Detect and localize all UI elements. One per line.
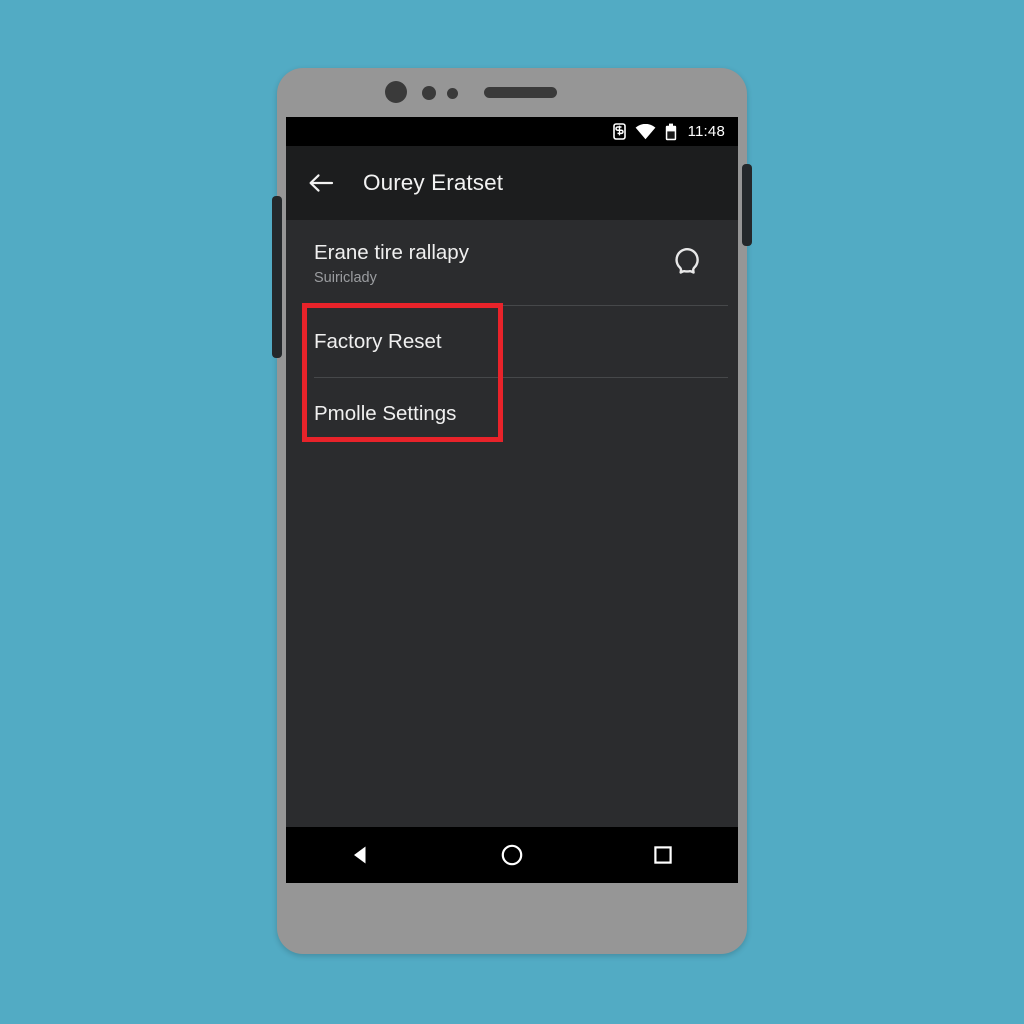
phone-top-bezel <box>277 68 747 118</box>
phone-device: 11:48 Ourey Eratset Erane tire rallapy S… <box>272 68 752 954</box>
list-item-profile-settings[interactable]: Pmolle Settings <box>286 378 738 450</box>
page-title: Ourey Eratset <box>363 170 504 195</box>
account-subtitle: Suiriclady <box>314 269 377 286</box>
profile-settings-texts: Pmolle Settings <box>314 401 456 427</box>
list-item-factory-reset[interactable]: Factory Reset <box>286 306 738 378</box>
factory-reset-title: Factory Reset <box>314 330 442 354</box>
status-bar: 11:48 <box>286 117 738 146</box>
volume-button[interactable] <box>272 196 282 358</box>
list-item-account[interactable]: Erane tire rallapy Suiriclady <box>286 220 738 306</box>
triangle-back-icon[interactable] <box>337 831 385 879</box>
chat-bubble-icon[interactable] <box>672 246 702 281</box>
account-texts: Erane tire rallapy Suiriclady <box>314 240 469 286</box>
wifi-icon <box>635 123 656 140</box>
account-title: Erane tire rallapy <box>314 241 469 265</box>
power-button[interactable] <box>742 164 752 246</box>
factory-reset-texts: Factory Reset <box>314 329 442 355</box>
navigation-bar <box>286 827 738 883</box>
battery-icon <box>665 123 677 141</box>
square-recents-icon[interactable] <box>639 831 687 879</box>
profile-settings-title: Pmolle Settings <box>314 402 457 426</box>
front-camera-icon <box>385 81 407 103</box>
circle-home-icon[interactable] <box>488 831 536 879</box>
earpiece-speaker-icon <box>484 87 557 98</box>
light-sensor-icon <box>447 88 458 99</box>
proximity-sensor-icon <box>422 86 436 100</box>
status-bar-clock: 11:48 <box>687 123 725 140</box>
arrow-back-icon[interactable] <box>308 170 334 196</box>
app-bar: Ourey Eratset <box>286 146 738 220</box>
phone-screen: 11:48 Ourey Eratset Erane tire rallapy S… <box>286 117 738 883</box>
sim-card-icon <box>612 123 626 140</box>
settings-list: Erane tire rallapy Suiriclady Factory Re… <box>286 220 738 450</box>
